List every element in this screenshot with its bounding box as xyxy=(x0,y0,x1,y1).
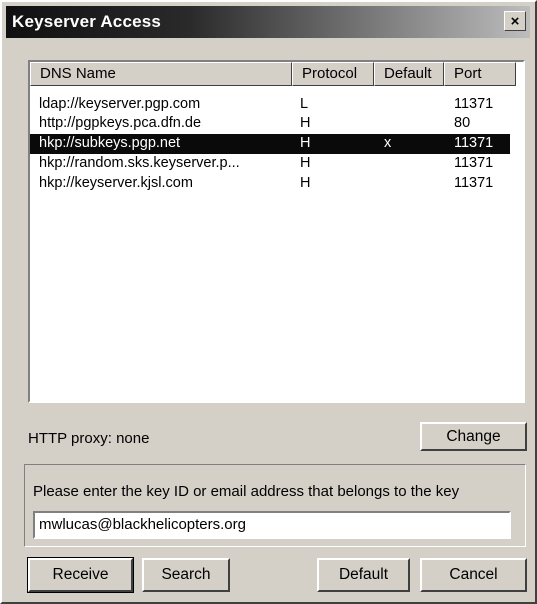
cancel-button[interactable]: Cancel xyxy=(420,558,527,592)
default-cell: x xyxy=(384,135,392,151)
column-header-dns-name[interactable]: DNS Name xyxy=(30,62,292,86)
receive-button[interactable]: Receive xyxy=(27,557,134,593)
list-item[interactable]: ldap://keyserver.pgp.com L 11371 xyxy=(30,95,510,115)
close-button[interactable]: × xyxy=(504,11,526,31)
list-item-selected[interactable]: hkp://subkeys.pgp.net H x 11371 xyxy=(30,134,510,154)
column-header-port[interactable]: Port xyxy=(444,62,516,86)
protocol-cell: H xyxy=(300,155,311,171)
keyserver-list[interactable]: DNS Name Protocol Default Port ldap://ke… xyxy=(28,60,525,403)
dns-name-cell: ldap://keyserver.pgp.com xyxy=(39,96,201,112)
list-item[interactable]: http://pgpkeys.pca.dfn.de H 80 xyxy=(30,114,510,134)
default-button[interactable]: Default xyxy=(317,558,410,592)
title-bar[interactable]: Keyserver Access × xyxy=(6,6,530,38)
port-cell: 11371 xyxy=(454,155,494,171)
key-id-input[interactable]: mwlucas@blackhelicopters.org xyxy=(33,511,511,539)
protocol-cell: L xyxy=(300,96,309,112)
keyserver-access-dialog: Keyserver Access × DNS Name Protocol Def… xyxy=(0,0,537,604)
protocol-cell: H xyxy=(300,115,311,131)
port-cell: 80 xyxy=(454,115,471,131)
protocol-cell: H xyxy=(300,175,311,191)
port-cell: 11371 xyxy=(454,135,494,151)
key-id-prompt: Please enter the key ID or email address… xyxy=(33,483,460,500)
column-header-protocol[interactable]: Protocol xyxy=(292,62,374,86)
list-item[interactable]: hkp://keyserver.kjsl.com H 11371 xyxy=(30,174,510,194)
port-cell: 11371 xyxy=(454,96,494,112)
dns-name-cell: http://pgpkeys.pca.dfn.de xyxy=(39,115,202,131)
search-button[interactable]: Search xyxy=(142,558,230,592)
list-item[interactable]: hkp://random.sks.keyserver.p... H 11371 xyxy=(30,154,510,174)
dns-name-cell: hkp://subkeys.pgp.net xyxy=(39,135,181,151)
http-proxy-label: HTTP proxy: none xyxy=(28,430,150,447)
key-id-group: Please enter the key ID or email address… xyxy=(24,464,526,547)
column-header-default[interactable]: Default xyxy=(374,62,444,86)
port-cell: 11371 xyxy=(454,175,494,191)
protocol-cell: H xyxy=(300,135,311,151)
dialog-title: Keyserver Access xyxy=(12,12,162,31)
change-button[interactable]: Change xyxy=(420,422,527,451)
close-icon: × xyxy=(510,13,520,30)
dns-name-cell: hkp://keyserver.kjsl.com xyxy=(39,175,193,191)
dns-name-cell: hkp://random.sks.keyserver.p... xyxy=(39,155,240,171)
